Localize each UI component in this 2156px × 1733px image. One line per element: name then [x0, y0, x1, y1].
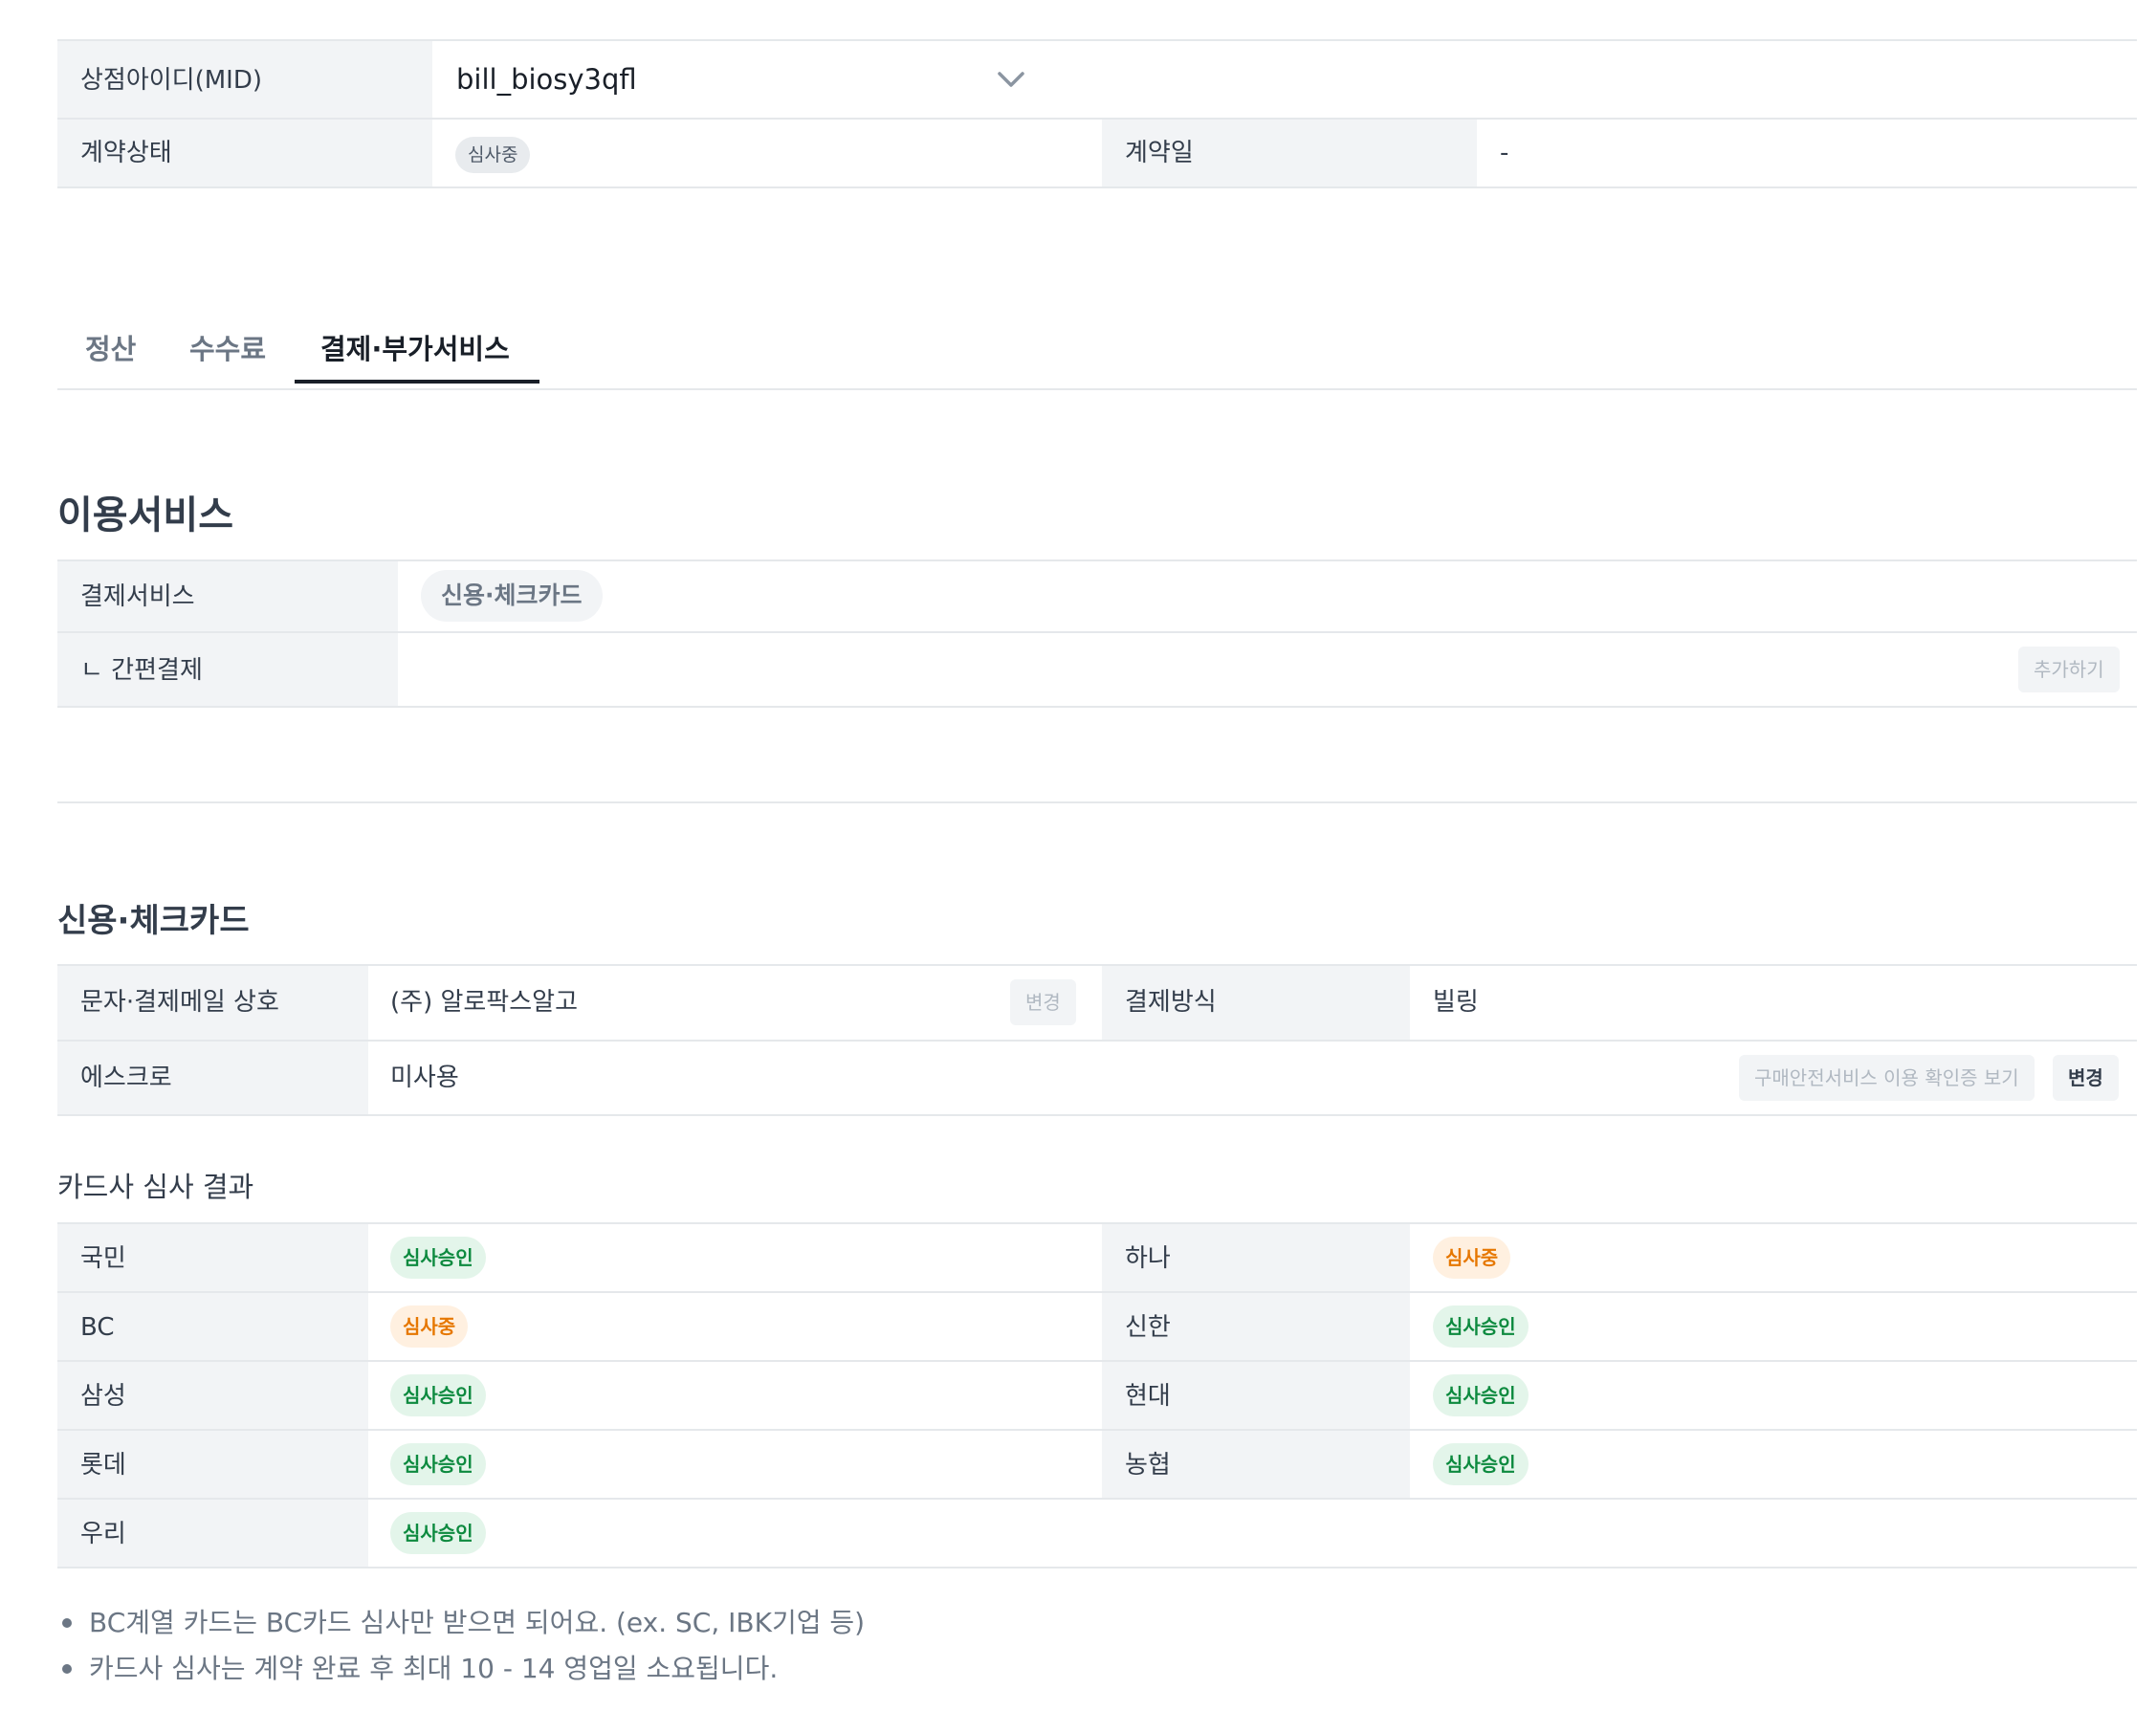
mid-select[interactable]: bill_biosy3qfl	[432, 41, 1045, 118]
divider	[57, 186, 2137, 188]
divider	[57, 1498, 2137, 1500]
tab-active-indicator	[295, 380, 539, 384]
review-status-badge: 심사승인	[390, 1443, 486, 1485]
divider	[57, 706, 2137, 708]
escrow-certificate-button[interactable]: 구매안전서비스 이용 확인증 보기	[1739, 1055, 2035, 1101]
note-item: 카드사 심사는 계약 완료 후 최대 10 - 14 영업일 소요됩니다.	[89, 1653, 779, 1684]
payment-method-label: 결제방식	[1125, 988, 1217, 1017]
tab-settlement[interactable]: 정산	[85, 336, 136, 363]
section-divider	[57, 801, 2137, 803]
card-company-name: BC	[80, 1313, 115, 1342]
divider	[57, 1040, 2137, 1042]
review-status-badge: 심사승인	[390, 1512, 486, 1554]
payment-service-chip: 신용·체크카드	[421, 570, 603, 622]
section-title-card: 신용·체크카드	[57, 902, 250, 940]
bullet-icon	[62, 1618, 72, 1628]
divider	[57, 1222, 2137, 1224]
review-status-badge: 심사승인	[1433, 1443, 1529, 1485]
review-status-badge: 심사승인	[1433, 1305, 1529, 1348]
divider	[57, 1429, 2137, 1431]
escrow-value: 미사용	[390, 1064, 459, 1092]
note-item: BC계열 카드는 BC카드 심사만 받으면 되어요. (ex. SC, IBK기…	[89, 1607, 866, 1638]
bullet-icon	[62, 1664, 72, 1674]
simple-pay-label: ㄴ 간편결제	[80, 656, 203, 685]
review-status-badge: 심사중	[1433, 1237, 1511, 1279]
escrow-label: 에스크로	[80, 1064, 172, 1092]
tab-bar-divider	[57, 388, 2137, 390]
card-company-name: 삼성	[80, 1382, 126, 1411]
card-company-name: 하나	[1125, 1244, 1171, 1273]
divider	[57, 1567, 2137, 1568]
escrow-change-button[interactable]: 변경	[2053, 1055, 2119, 1101]
contract-date-value: -	[1500, 139, 1509, 167]
tab-fees[interactable]: 수수료	[189, 336, 266, 363]
mid-label: 상점아이디(MID)	[80, 66, 263, 95]
card-company-name: 농협	[1125, 1451, 1171, 1480]
card-company-name: 현대	[1125, 1382, 1171, 1411]
sms-name-change-button[interactable]: 변경	[1010, 979, 1076, 1025]
mid-select-value: bill_biosy3qfl	[456, 63, 637, 96]
card-company-name: 신한	[1125, 1313, 1171, 1342]
review-status-badge: 심사승인	[390, 1237, 486, 1279]
card-company-name: 국민	[80, 1244, 126, 1273]
divider	[57, 1291, 2137, 1293]
chevron-down-icon	[998, 72, 1024, 87]
section-title-services: 이용서비스	[57, 494, 233, 537]
review-status-badge: 심사승인	[390, 1374, 486, 1416]
divider	[57, 1360, 2137, 1362]
payment-service-label: 결제서비스	[80, 582, 195, 611]
divider	[57, 964, 2137, 966]
sms-name-value: (주) 알로팍스알고	[390, 988, 578, 1017]
contract-date-label: 계약일	[1125, 139, 1194, 167]
sms-name-label: 문자·결제메일 상호	[80, 988, 279, 1017]
status-badge: 심사중	[455, 137, 531, 173]
review-status-badge: 심사중	[390, 1305, 469, 1348]
review-title: 카드사 심사 결과	[57, 1171, 254, 1203]
add-simple-pay-button[interactable]: 추가하기	[2018, 647, 2120, 692]
tab-payment-services[interactable]: 결제·부가서비스	[320, 336, 510, 363]
card-company-name: 롯데	[80, 1451, 126, 1480]
card-company-name: 우리	[80, 1520, 126, 1548]
review-status-badge: 심사승인	[1433, 1374, 1529, 1416]
divider	[57, 1114, 2137, 1116]
status-label: 계약상태	[80, 139, 172, 167]
payment-method-value: 빌링	[1433, 988, 1479, 1017]
